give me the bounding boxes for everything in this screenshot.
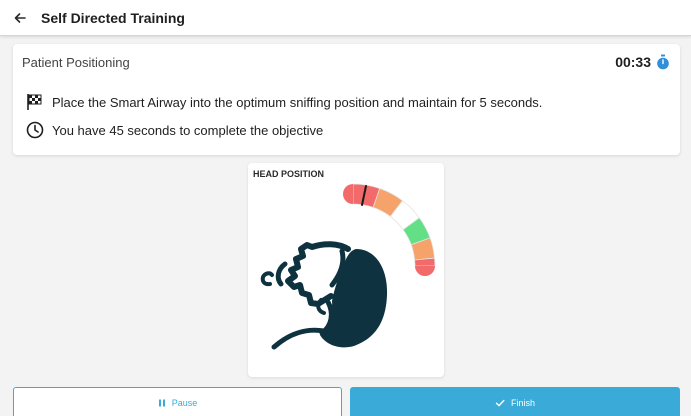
stopwatch-icon [657, 54, 669, 70]
arrow-left-icon [14, 12, 26, 23]
app-bar: Self Directed Training [0, 0, 691, 36]
time-limit-row: You have 45 seconds to complete the obje… [25, 120, 323, 140]
objective-card: Patient Positioning 00:33 Place the Smar… [13, 44, 680, 155]
pause-button[interactable]: Pause [13, 387, 342, 416]
objective-instruction-row: Place the Smart Airway into the optimum … [25, 92, 542, 112]
finish-label: Finish [510, 398, 535, 408]
checkered-flag-icon [25, 92, 45, 112]
clock-icon [25, 120, 45, 140]
pause-icon [158, 399, 165, 407]
countdown-timer: 00:33 [615, 54, 670, 70]
pause-label: Pause [171, 398, 198, 408]
objective-instruction: Place the Smart Airway into the optimum … [52, 94, 543, 110]
patient-head-icon [260, 241, 388, 350]
back-button[interactable] [8, 6, 32, 30]
head-position-card: HEAD POSITION [248, 163, 444, 377]
head-position-illustration [260, 183, 436, 350]
objective-title: Patient Positioning [22, 55, 130, 70]
time-limit-text: You have 45 seconds to complete the obje… [52, 122, 324, 138]
finish-button[interactable]: Finish [350, 387, 680, 416]
check-icon [495, 399, 505, 407]
page-title: Self Directed Training [41, 9, 185, 26]
timer-value: 00:33 [615, 54, 651, 70]
